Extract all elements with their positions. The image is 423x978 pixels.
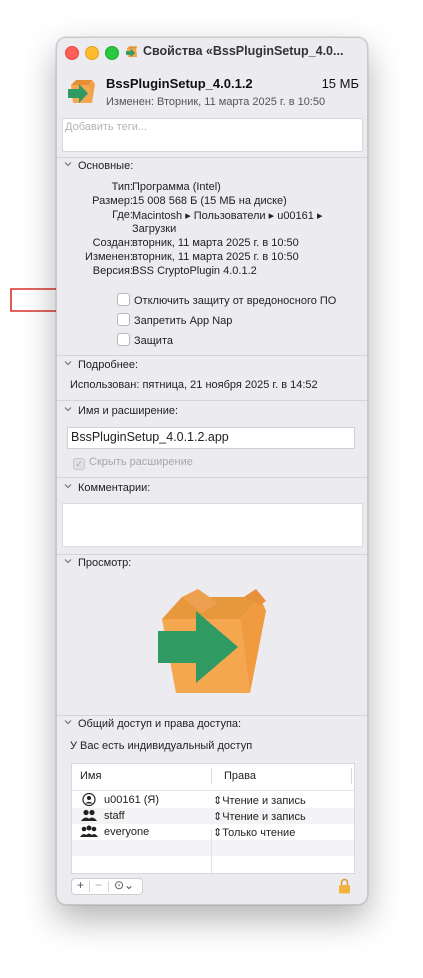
last-used: Использован: пятница, 21 ноября 2025 г. … — [70, 379, 318, 391]
sharing-toolbar: + − ⊙⌄ — [71, 878, 143, 895]
disable-malware-protection-checkbox[interactable]: Отключить защиту от вредоносного ПО — [117, 293, 336, 307]
hide-extension-label: Скрыть расширение — [89, 456, 193, 468]
row-user-name: everyone — [104, 826, 150, 838]
permission-value: Чтение и запись — [222, 811, 306, 823]
info-value: вторник, 11 марта 2025 г. в 10:50 — [132, 237, 299, 249]
info-key: Тип: — [111, 181, 133, 193]
section-preview-label: Просмотр: — [78, 557, 132, 569]
info-window: Свойства «BssPluginSetup_4.0... BssPlugi… — [56, 37, 368, 905]
divider — [57, 715, 367, 716]
action-menu-button[interactable]: ⊙⌄ — [114, 878, 134, 892]
tags-placeholder: Добавить теги... — [65, 121, 148, 133]
divider — [57, 554, 367, 555]
section-general-label: Основные: — [78, 160, 134, 172]
tags-input[interactable]: Добавить теги... — [62, 118, 363, 152]
column-divider — [211, 830, 212, 873]
file-name: BssPluginSetup_4.0.1.2 — [106, 76, 253, 91]
checkbox-label: Отключить защиту от вредоносного ПО — [134, 295, 337, 307]
chevron-down-icon — [64, 361, 72, 366]
chevron-down-icon — [64, 407, 72, 412]
app-package-icon — [68, 80, 95, 103]
info-key: Изменен: — [85, 251, 133, 263]
permission-value: Чтение и запись — [222, 795, 306, 807]
section-comments-label: Комментарии: — [78, 482, 151, 494]
section-comments-toggle[interactable]: Комментарии: — [64, 482, 150, 494]
toolbar-divider — [89, 881, 90, 892]
locked-checkbox[interactable]: Защита — [117, 333, 173, 347]
column-header-perm[interactable]: Права — [224, 770, 256, 782]
permission-value: Только чтение — [222, 827, 296, 839]
table-row-empty — [72, 840, 354, 856]
divider — [57, 157, 367, 158]
permissions-table: Имя Права u00161 (Я) ⇕Чтение и запись st… — [71, 763, 355, 874]
info-value: Macintosh ▸ Пользователи ▸ u00161 ▸ — [132, 210, 323, 222]
chevron-down-icon — [64, 559, 72, 564]
checkbox-box[interactable] — [117, 333, 130, 346]
prevent-app-nap-checkbox[interactable]: Запретить App Nap — [117, 313, 232, 327]
info-value: Загрузки — [132, 223, 177, 235]
comments-textarea[interactable] — [62, 503, 363, 547]
file-size: 15 МБ — [321, 76, 359, 91]
section-more-info-label: Подробнее: — [78, 359, 139, 371]
info-value: Программа (Intel) — [132, 181, 221, 193]
chevron-down-icon — [64, 484, 72, 489]
chevron-down-icon — [64, 162, 72, 167]
checkmark-icon: ✓ — [73, 458, 85, 470]
toolbar-divider — [108, 881, 109, 892]
user-icon — [82, 793, 96, 806]
chevron-down-icon — [64, 720, 72, 725]
column-divider — [351, 768, 352, 784]
info-value: BSS CryptoPlugin 4.0.1.2 — [132, 265, 257, 277]
permission-popup[interactable]: ⇕Чтение и запись — [213, 794, 306, 807]
divider — [57, 355, 367, 356]
zoom-button[interactable] — [105, 46, 119, 60]
section-name-ext-toggle[interactable]: Имя и расширение: — [64, 405, 178, 417]
checkbox-box[interactable] — [117, 313, 130, 326]
file-name-input[interactable]: BssPluginSetup_4.0.1.2.app — [67, 427, 355, 449]
info-key: Размер: — [92, 195, 133, 207]
table-row-empty — [72, 856, 354, 872]
minimize-button[interactable] — [85, 46, 99, 60]
table-row[interactable]: everyone ⇕Только чтение — [72, 824, 354, 840]
info-key: Версия: — [92, 265, 133, 277]
modified-date: Изменен: Вторник, 11 марта 2025 г. в 10:… — [106, 96, 326, 108]
row-user-name: u00161 (Я) — [104, 794, 160, 806]
checkbox-label: Запретить App Nap — [134, 315, 233, 327]
hide-extension-checkbox: ✓ Скрыть расширение — [73, 456, 193, 470]
divider — [57, 400, 367, 401]
row-user-name: staff — [104, 810, 125, 822]
checkbox-box[interactable] — [117, 293, 130, 306]
permission-popup[interactable]: ⇕Только чтение — [213, 826, 295, 839]
checkbox-label: Защита — [134, 335, 173, 347]
app-package-preview-icon — [158, 589, 266, 693]
table-row[interactable]: staff ⇕Чтение и запись — [72, 808, 354, 824]
close-button[interactable] — [65, 46, 79, 60]
info-value: 15 008 568 Б (15 МБ на диске) — [132, 195, 287, 207]
section-more-info-toggle[interactable]: Подробнее: — [64, 359, 138, 371]
header-separator — [72, 790, 354, 791]
divider — [57, 477, 367, 478]
section-sharing-toggle[interactable]: Общий доступ и права доступа: — [64, 718, 241, 730]
group-icon — [81, 809, 97, 821]
access-note: У Вас есть индивидуальный доступ — [70, 740, 253, 752]
file-name-value: BssPluginSetup_4.0.1.2.app — [71, 430, 229, 444]
section-sharing-label: Общий доступ и права доступа: — [78, 718, 242, 730]
section-name-ext-label: Имя и расширение: — [78, 405, 179, 417]
window-title: Свойства «BssPluginSetup_4.0... — [143, 44, 344, 58]
column-header-name[interactable]: Имя — [80, 770, 101, 782]
app-package-icon — [125, 46, 138, 58]
everyone-icon — [80, 825, 98, 837]
section-general-toggle[interactable]: Основные: — [64, 160, 133, 172]
section-preview-toggle[interactable]: Просмотр: — [64, 557, 131, 569]
add-user-button[interactable]: + — [77, 878, 84, 892]
lock-icon[interactable] — [338, 878, 351, 894]
permission-popup[interactable]: ⇕Чтение и запись — [213, 810, 306, 823]
info-key: Где: — [112, 209, 133, 221]
column-divider — [211, 768, 212, 784]
info-key: Создан: — [92, 237, 133, 249]
info-value: вторник, 11 марта 2025 г. в 10:50 — [132, 251, 299, 263]
title-bar[interactable]: Свойства «BssPluginSetup_4.0... — [57, 38, 367, 66]
remove-user-button[interactable]: − — [95, 878, 102, 892]
table-row[interactable]: u00161 (Я) ⇕Чтение и запись — [72, 792, 354, 808]
